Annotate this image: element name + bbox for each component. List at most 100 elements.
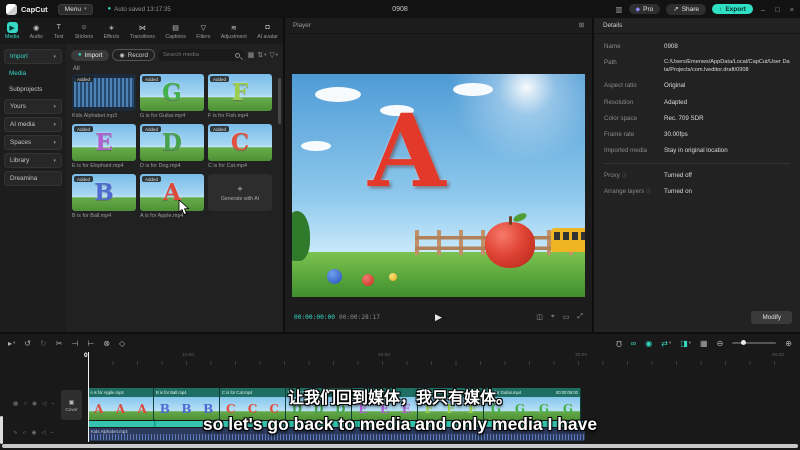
menu-button[interactable]: Menu ▾ [57,3,94,15]
filter-all-label[interactable]: All [66,64,283,74]
video-thumbnail[interactable]: Added B [72,174,136,211]
tab-effects[interactable]: ∗ Effects [104,22,120,41]
school-bus [551,228,585,253]
modify-button[interactable]: Modify [751,311,792,324]
tracking-icon[interactable]: ⌖ [551,313,555,321]
media-item-name: F is for Fish.mp4 [208,113,249,119]
video-viewport[interactable]: A [292,74,585,297]
magnet-snap-icon[interactable]: Ω [616,339,622,348]
zoom-in-icon[interactable]: ⊕ [785,339,792,348]
select-tool-icon[interactable]: ▸ ▾ [8,339,15,348]
redo-icon[interactable]: ↻ [40,339,47,348]
ratio-icon[interactable]: ▭ [563,313,570,321]
zoom-slider-knob[interactable] [741,340,747,345]
media-item-f-fish[interactable]: Added F F is for Fish.mp4 [208,74,272,119]
layout-icon[interactable]: ▥ [615,5,622,14]
media-item-g-guitar[interactable]: Added G G is for Guitar.mp4 [140,74,204,119]
close-button[interactable]: × [788,5,796,14]
search-box[interactable] [158,49,245,61]
tab-adjustment[interactable]: ≋ Adjustment [221,22,247,41]
tab-stickers[interactable]: ☺ Stickers [75,22,93,40]
tab-text[interactable]: T Text [53,22,64,40]
media-item-e-elephant[interactable]: Added E E is for Elephant.mp4 [72,124,136,169]
media-item-c-cat[interactable]: Added C C is for Cat.mp4 [208,124,272,169]
play-button[interactable]: ▶ [435,312,442,323]
export-button[interactable]: ↑ Export [712,4,753,14]
video-thumbnail[interactable]: Added D [140,124,204,161]
search-input[interactable] [163,52,232,58]
tab-ai-avatar[interactable]: ◘ AI avatar [257,22,278,40]
delete-icon[interactable]: ⊗ [103,339,110,348]
sidebar-item-spaces[interactable]: Spaces ▾ [4,135,62,150]
audio-thumbnail[interactable]: Added [72,74,136,111]
sidebar-item-label: Import [10,53,28,60]
import-button[interactable]: ● Import [71,49,110,61]
zoom-out-icon[interactable]: ⊖ [717,339,724,348]
filters-icon: ▽ [200,24,207,32]
generate-with-ai-card[interactable]: + Generate with AI [208,174,272,219]
pro-button[interactable]: ◆ Pro [628,4,661,14]
track-options-icon[interactable]: ◨ ▾ [680,339,691,348]
divider [604,163,790,165]
sidebar-item-subprojects[interactable]: Subprojects [4,83,62,96]
ai-avatar-icon: ◘ [265,24,270,31]
tab-transitions[interactable]: ⋈ Transitions [130,22,155,41]
preview-axis-icon[interactable]: ⇄ ▾ [661,339,671,348]
delete-right-icon[interactable]: ⊢ [87,339,94,348]
grid-view-icon[interactable]: ▦ [248,51,255,59]
added-badge: Added [74,76,94,82]
player-panel: Player ⊞ A 00:00:00:00 00:00:28:17 ▶ ◫ ⌖… [285,18,592,332]
media-item-b-ball[interactable]: Added B B is for Ball.mp4 [72,174,136,219]
share-icon: ↗ [673,6,679,13]
media-scrollbar[interactable] [278,78,281,124]
sidebar-item-import[interactable]: Import ▾ [4,49,62,64]
link-icon[interactable]: ∞ [631,339,637,348]
share-label: Share [681,5,700,13]
detach-player-icon[interactable]: ⊞ [579,22,584,29]
media-item-a-apple[interactable]: Added A A is for Apple.mp4 [140,174,204,219]
sidebar-item-yours[interactable]: Yours ▾ [4,99,62,114]
detail-label: Imported media [604,147,647,155]
fullscreen-icon[interactable]: ⤢ [577,313,583,321]
media-item-kids-alphabet[interactable]: Added Kids Alphabet.mp3 [72,74,136,119]
sort-icon[interactable]: ⇅ ▾ [257,51,266,59]
chevron-down-icon: ▾ [53,53,56,60]
filter-icon[interactable]: ▽ ▾ [269,51,278,59]
sidebar-item-library[interactable]: Library ▾ [4,153,62,168]
sidebar-item-media[interactable]: Media [4,67,62,80]
share-button[interactable]: ↗ Share [666,3,707,15]
keyframe-icon[interactable]: ▦ [700,339,708,348]
info-icon: ⓘ [621,173,627,180]
tab-media[interactable]: ▶ Media [5,22,19,40]
detail-label: Color space [604,114,638,122]
record-button[interactable]: ◉ Record [112,49,156,61]
sidebar-item-label: Spaces [10,139,32,146]
tab-captions[interactable]: ▤ Captions [165,22,185,41]
split-icon[interactable]: ✂ [56,339,63,348]
auto-snap-icon[interactable]: ◉ [645,339,652,348]
compare-icon[interactable]: ◫ [536,313,543,321]
timeline-ruler[interactable] [88,361,796,365]
minimize-button[interactable]: – [759,5,767,14]
video-thumbnail[interactable]: Added G [140,74,204,111]
delete-left-icon[interactable]: ⊣ [71,339,78,348]
mirror-icon[interactable]: ◇ [119,339,125,348]
tab-audio[interactable]: ◉ Audio [30,22,43,41]
proxy-value: Turned off [664,172,692,180]
horizontal-scrollbar[interactable] [2,444,798,448]
sidebar-item-ai-media[interactable]: AI media ▾ [4,117,62,132]
detail-row-arrange-layers: Arrange layers ⓘ Turned on [604,188,790,197]
video-thumbnail[interactable]: Added E [72,124,136,161]
media-item-d-dog[interactable]: Added D D is for Dog.mp4 [140,124,204,169]
undo-icon[interactable]: ↺ [24,339,31,348]
video-thumbnail[interactable]: Added F [208,74,272,111]
chevron-down-icon: ▾ [53,157,56,164]
sidebar-item-dreamina[interactable]: Dreamina [4,171,62,186]
video-thumbnail[interactable]: Added A [140,174,204,211]
maximize-button[interactable]: □ [773,5,782,14]
media-item-name: A is for Apple.mp4 [140,213,184,219]
timeline-zoom-slider[interactable] [732,340,777,345]
added-badge: Added [142,176,162,182]
video-thumbnail[interactable]: Added C [208,124,272,161]
tab-filters[interactable]: ▽ Filters [196,22,210,41]
